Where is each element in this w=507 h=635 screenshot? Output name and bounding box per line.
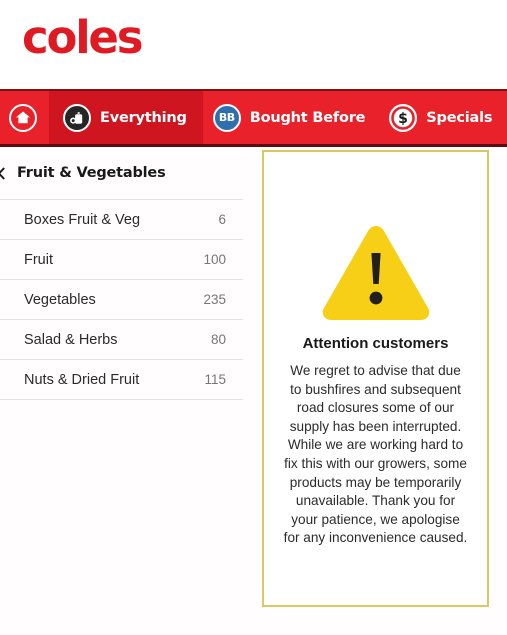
list-item[interactable]: Salad & Herbs 80 bbox=[0, 320, 243, 360]
nav-item-specials-label: Specials bbox=[426, 109, 493, 126]
chevron-left-icon[interactable] bbox=[0, 166, 12, 180]
nav-item-everything[interactable]: Everything bbox=[49, 91, 203, 144]
page-header: coles bbox=[0, 0, 507, 89]
warning-triangle-icon bbox=[320, 222, 432, 322]
category-sidebar: Fruit & Vegetables Boxes Fruit & Veg 6 F… bbox=[0, 147, 247, 400]
bought-before-icon: BB bbox=[212, 103, 241, 132]
main-content: Fruit & Vegetables Boxes Fruit & Veg 6 F… bbox=[0, 147, 507, 632]
list-item[interactable]: Nuts & Dried Fruit 115 bbox=[0, 360, 243, 400]
nav-item-bought-before-label: Bought Before bbox=[249, 109, 366, 126]
page-title: Fruit & Vegetables bbox=[17, 165, 166, 181]
nav-item-home[interactable] bbox=[0, 91, 49, 144]
notice-body: We regret to advise that due to bushfire… bbox=[283, 363, 468, 546]
list-item[interactable]: Fruit 100 bbox=[0, 240, 243, 280]
notice-title: Attention customers bbox=[302, 335, 449, 352]
nav-item-specials[interactable]: $ Specials bbox=[379, 91, 506, 144]
coles-logo[interactable]: coles bbox=[22, 8, 144, 68]
category-count: 6 bbox=[218, 212, 226, 227]
everything-icon bbox=[63, 103, 91, 132]
attention-notice-panel: Attention customers We regret to advise … bbox=[262, 150, 489, 607]
category-count: 100 bbox=[203, 252, 226, 267]
category-name: Vegetables bbox=[24, 291, 96, 308]
category-count: 115 bbox=[204, 372, 226, 387]
nav-item-bought-before[interactable]: BB Bought Before bbox=[203, 91, 380, 144]
category-name: Nuts & Dried Fruit bbox=[24, 371, 140, 388]
category-name: Boxes Fruit & Veg bbox=[24, 211, 141, 228]
category-count: 235 bbox=[203, 292, 226, 307]
category-header[interactable]: Fruit & Vegetables bbox=[0, 147, 243, 200]
nav-item-everything-label: Everything bbox=[100, 109, 187, 126]
specials-dollar-icon: $ bbox=[389, 103, 418, 132]
category-name: Fruit bbox=[24, 251, 53, 268]
main-navigation: Everything BB Bought Before $ Specials •… bbox=[0, 89, 507, 147]
home-icon bbox=[9, 103, 37, 132]
list-item[interactable]: Boxes Fruit & Veg 6 bbox=[0, 200, 243, 240]
bought-before-icon-text: BB bbox=[218, 111, 235, 124]
svg-text:$: $ bbox=[398, 111, 408, 127]
list-item[interactable]: Vegetables 235 bbox=[0, 280, 243, 320]
category-count: 80 bbox=[210, 332, 226, 347]
category-name: Salad & Herbs bbox=[24, 331, 118, 348]
